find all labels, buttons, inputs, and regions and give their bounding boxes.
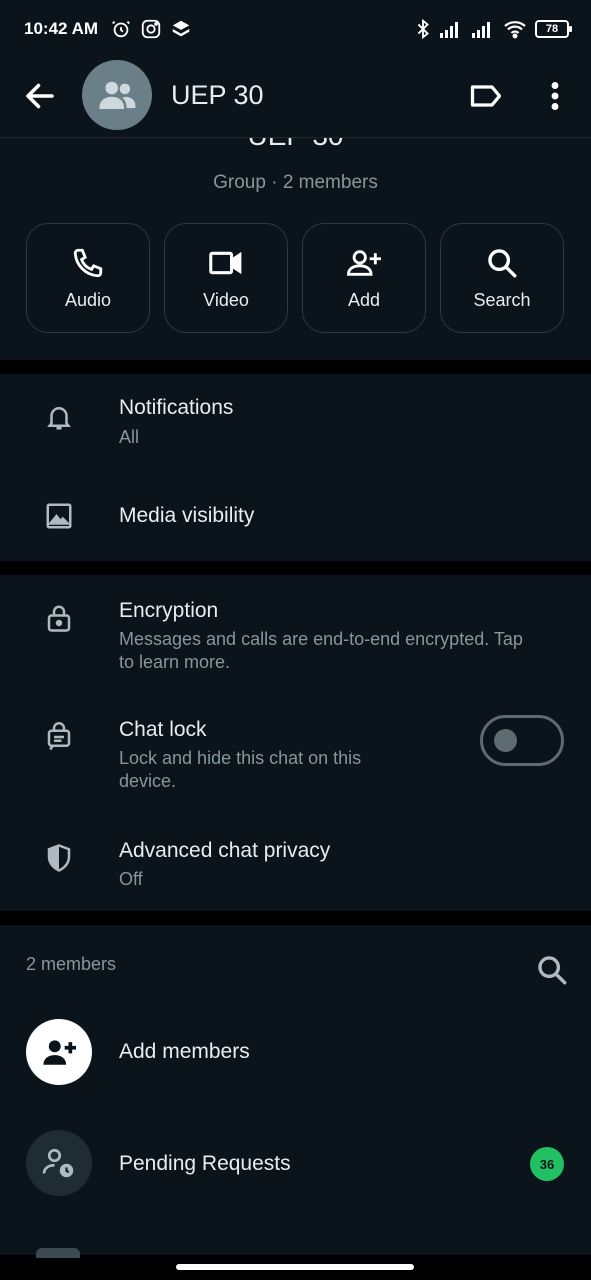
advanced-privacy-row[interactable]: Advanced chat privacy Off bbox=[0, 810, 591, 911]
pending-count-badge: 36 bbox=[530, 1147, 564, 1181]
group-icon bbox=[99, 81, 136, 109]
media-visibility-row[interactable]: Media visibility bbox=[0, 474, 591, 561]
app-bar: UEP 30 bbox=[0, 58, 591, 138]
phone-icon bbox=[73, 248, 103, 277]
members-search-icon[interactable] bbox=[535, 953, 569, 987]
add-members-avatar bbox=[26, 1019, 92, 1085]
members-count: 2 members bbox=[26, 954, 117, 974]
add-person-icon bbox=[43, 1040, 76, 1065]
pending-requests-label: Pending Requests bbox=[119, 1152, 291, 1175]
app-bar-title: UEP 30 bbox=[171, 80, 264, 110]
quick-actions: Audio Video Add Search bbox=[26, 223, 564, 333]
pending-requests-avatar bbox=[26, 1130, 92, 1196]
person-clock-icon bbox=[42, 1148, 74, 1178]
lock-icon bbox=[47, 605, 71, 632]
video-call-button[interactable]: Video bbox=[164, 223, 288, 333]
encryption-title: Encryption bbox=[119, 599, 219, 622]
battery-indicator: 78 bbox=[535, 20, 572, 38]
layers-icon bbox=[172, 20, 190, 37]
signal-icon bbox=[440, 22, 458, 38]
alarm-icon bbox=[112, 21, 130, 38]
member-avatar-partial bbox=[36, 1248, 80, 1258]
encryption-description: Messages and calls are end-to-end encryp… bbox=[119, 629, 523, 672]
notifications-row[interactable]: Notifications All bbox=[0, 374, 591, 474]
add-person-icon bbox=[346, 249, 381, 276]
notifications-title: Notifications bbox=[119, 396, 234, 419]
video-label: Video bbox=[203, 289, 249, 310]
add-members-row[interactable]: Add members bbox=[0, 1005, 591, 1100]
advanced-privacy-title: Advanced chat privacy bbox=[119, 839, 331, 862]
add-members-label: Add members bbox=[119, 1040, 250, 1063]
toggle-knob bbox=[494, 729, 517, 752]
advanced-privacy-value: Off bbox=[119, 869, 143, 889]
search-label: Search bbox=[473, 289, 531, 310]
chat-lock-icon bbox=[47, 722, 71, 751]
bluetooth-icon bbox=[417, 18, 429, 40]
chat-lock-description: Lock and hide this chat on this device. bbox=[119, 748, 362, 791]
gesture-nav-bar[interactable] bbox=[176, 1264, 414, 1270]
signal-icon-2 bbox=[472, 22, 490, 38]
label-tag-icon[interactable] bbox=[468, 78, 504, 114]
add-label: Add bbox=[347, 289, 381, 310]
image-icon bbox=[46, 503, 72, 529]
chat-lock-title: Chat lock bbox=[119, 718, 207, 741]
add-participant-button[interactable]: Add bbox=[302, 223, 426, 333]
search-button[interactable]: Search bbox=[440, 223, 564, 333]
group-subtitle: Group · 2 members bbox=[213, 172, 378, 193]
bell-icon bbox=[47, 407, 71, 430]
audio-label: Audio bbox=[64, 289, 112, 310]
notifications-value: All bbox=[119, 427, 140, 447]
encryption-row[interactable]: Encryption Messages and calls are end-to… bbox=[0, 575, 591, 690]
chat-lock-toggle[interactable] bbox=[480, 715, 564, 766]
audio-call-button[interactable]: Audio bbox=[26, 223, 150, 333]
pending-requests-row[interactable]: Pending Requests bbox=[0, 1117, 591, 1212]
video-icon bbox=[209, 251, 242, 274]
back-arrow-icon[interactable] bbox=[22, 78, 58, 114]
status-bar: 10:42 AM 78 bbox=[0, 0, 591, 58]
instagram-icon bbox=[141, 19, 161, 39]
shield-icon bbox=[47, 844, 71, 872]
group-avatar[interactable] bbox=[82, 60, 152, 130]
status-time: 10:42 AM bbox=[24, 19, 99, 38]
search-icon bbox=[488, 248, 517, 277]
wifi-icon bbox=[504, 21, 526, 39]
more-options-icon[interactable] bbox=[540, 78, 570, 114]
media-visibility-title: Media visibility bbox=[119, 504, 255, 527]
